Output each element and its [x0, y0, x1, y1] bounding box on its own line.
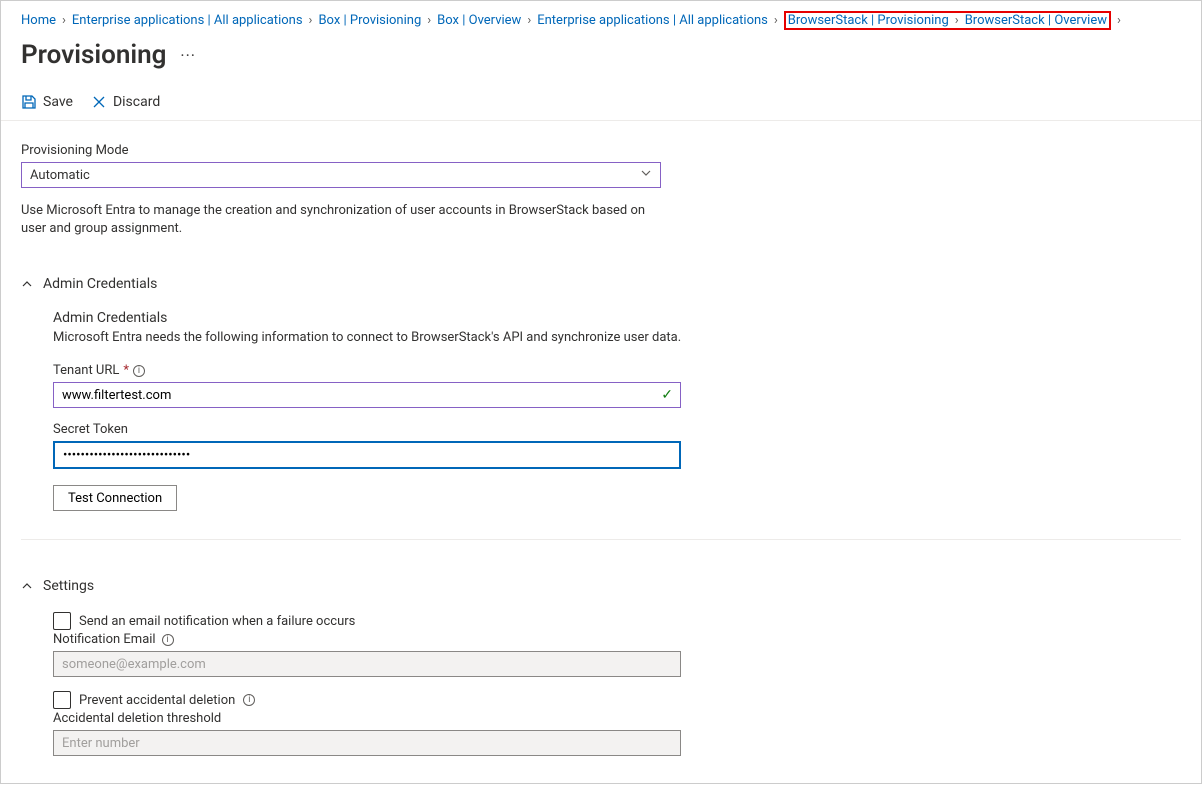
- discard-button[interactable]: Discard: [91, 94, 160, 110]
- breadcrumb-link[interactable]: BrowserStack | Provisioning: [788, 13, 949, 28]
- breadcrumb-highlight: BrowserStack | Provisioning › BrowserSta…: [784, 11, 1111, 30]
- tenant-url-input[interactable]: [53, 382, 681, 408]
- chevron-up-icon: [21, 580, 33, 592]
- secret-token-label: Secret Token: [53, 422, 701, 437]
- chevron-up-icon: [21, 278, 33, 290]
- admin-credentials-section: Admin Credentials Admin Credentials Micr…: [21, 276, 1181, 540]
- chevron-right-icon: ›: [307, 13, 315, 28]
- page-title: Provisioning: [21, 40, 166, 70]
- save-button[interactable]: Save: [21, 94, 73, 110]
- settings-section: Settings Send an email notification when…: [21, 578, 1181, 784]
- close-icon: [91, 94, 107, 110]
- checkmark-icon: ✓: [661, 387, 673, 403]
- provisioning-mode-description: Use Microsoft Entra to manage the creati…: [21, 202, 661, 238]
- chevron-right-icon: ›: [953, 13, 961, 28]
- info-icon[interactable]: i: [133, 365, 145, 377]
- admin-subtitle: Admin Credentials: [53, 310, 701, 326]
- breadcrumb-link[interactable]: Enterprise applications | All applicatio…: [72, 13, 303, 28]
- breadcrumb-link[interactable]: Box | Provisioning: [318, 13, 421, 28]
- failure-notification-label: Send an email notification when a failur…: [79, 614, 355, 629]
- prevent-deletion-label: Prevent accidental deletion: [79, 693, 235, 708]
- breadcrumb-link[interactable]: Enterprise applications | All applicatio…: [537, 13, 768, 28]
- deletion-threshold-label: Accidental deletion threshold: [53, 711, 701, 726]
- discard-label: Discard: [113, 94, 160, 110]
- breadcrumb-link[interactable]: BrowserStack | Overview: [965, 13, 1107, 28]
- info-icon[interactable]: i: [243, 694, 255, 706]
- chevron-down-icon: [640, 167, 652, 183]
- section-title: Settings: [43, 578, 94, 594]
- save-label: Save: [43, 94, 73, 110]
- prevent-deletion-checkbox[interactable]: [53, 691, 71, 709]
- secret-token-input[interactable]: [53, 441, 681, 469]
- tenant-url-label: Tenant URL * i: [53, 363, 701, 378]
- more-actions-button[interactable]: ···: [180, 46, 196, 65]
- settings-toggle[interactable]: Settings: [21, 578, 1181, 594]
- breadcrumb-link[interactable]: Box | Overview: [437, 13, 521, 28]
- chevron-right-icon: ›: [1115, 13, 1123, 28]
- notification-email-label: Notification Email: [53, 632, 156, 647]
- admin-credentials-toggle[interactable]: Admin Credentials: [21, 276, 1181, 292]
- provisioning-mode-label: Provisioning Mode: [21, 143, 661, 158]
- section-title: Admin Credentials: [43, 276, 157, 292]
- admin-description: Microsoft Entra needs the following info…: [53, 330, 701, 345]
- failure-notification-checkbox[interactable]: [53, 612, 71, 630]
- deletion-threshold-input[interactable]: [53, 730, 681, 756]
- chevron-right-icon: ›: [60, 13, 68, 28]
- chevron-right-icon: ›: [425, 13, 433, 28]
- provisioning-mode-value: Automatic: [30, 168, 90, 183]
- chevron-right-icon: ›: [525, 13, 533, 28]
- provisioning-mode-select[interactable]: Automatic: [21, 162, 661, 188]
- notification-email-input[interactable]: [53, 651, 681, 677]
- test-connection-button[interactable]: Test Connection: [53, 485, 177, 511]
- toolbar: Save Discard: [1, 88, 1201, 121]
- save-icon: [21, 94, 37, 110]
- chevron-right-icon: ›: [772, 13, 780, 28]
- breadcrumb: Home › Enterprise applications | All app…: [1, 1, 1201, 38]
- breadcrumb-link[interactable]: Home: [21, 13, 56, 28]
- required-indicator: *: [123, 363, 129, 378]
- info-icon[interactable]: i: [162, 634, 174, 646]
